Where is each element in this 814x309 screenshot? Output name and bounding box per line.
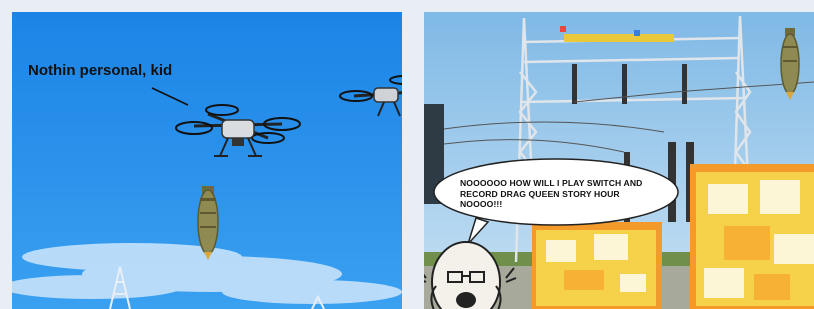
speech-bubble-text: NOOOOOO HOW WILL I PLAY SWITCH AND RECOR…	[460, 178, 643, 209]
meme-panel-left: Nothin personal, kid	[12, 12, 402, 309]
drone-sky-scene	[12, 12, 402, 309]
substation-explosion-scene	[424, 12, 814, 309]
explosion-icon	[532, 222, 662, 309]
panel-caption: Nothin personal, kid	[28, 62, 173, 79]
meme-panel-right: NOOOOOO HOW WILL I PLAY SWITCH AND RECOR…	[424, 12, 814, 309]
explosion-icon	[690, 164, 814, 309]
